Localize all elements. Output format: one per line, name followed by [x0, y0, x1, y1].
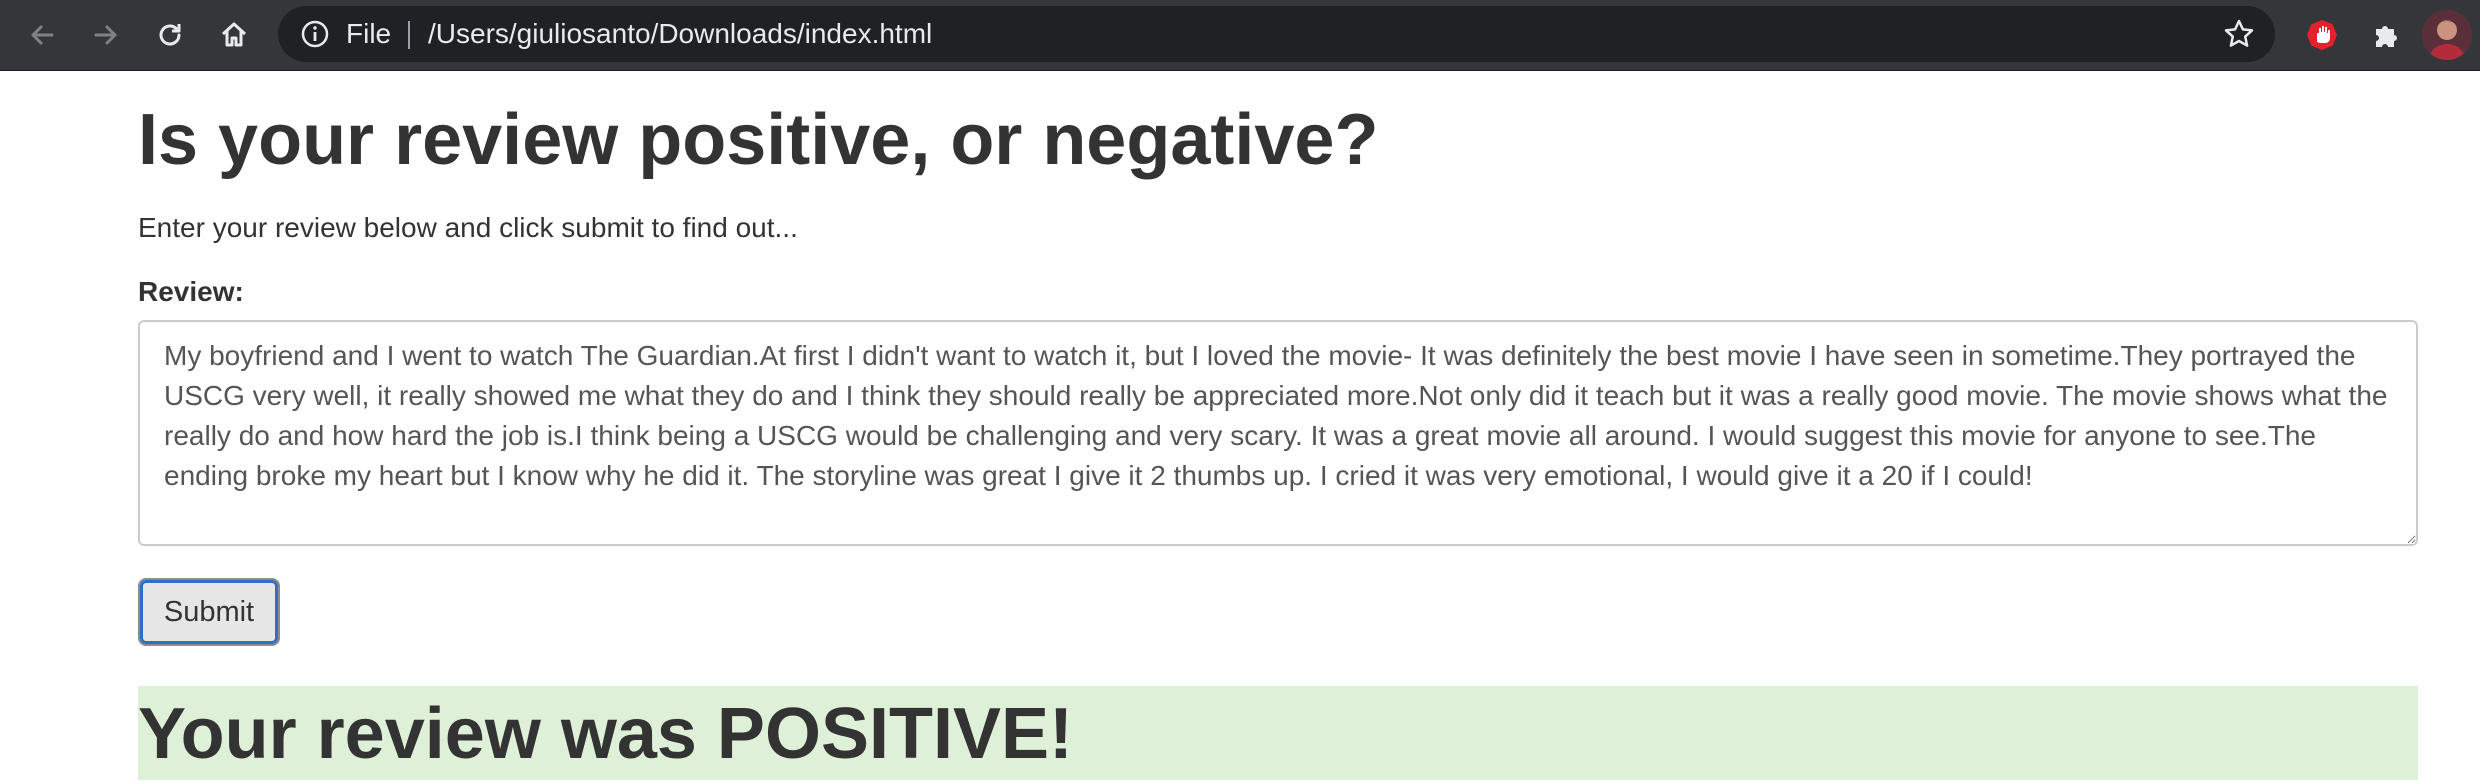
address-bar[interactable]: File /Users/giuliosanto/Downloads/index.… [278, 6, 2275, 62]
review-textarea[interactable]: My boyfriend and I went to watch The Gua… [138, 320, 2418, 546]
forward-button[interactable] [82, 11, 130, 59]
back-button[interactable] [18, 11, 66, 59]
forward-icon [94, 25, 117, 45]
result-text: Your review was POSITIVE! [138, 694, 1073, 774]
address-scheme: File [346, 18, 392, 49]
puzzle-icon [2376, 26, 2397, 47]
profile-avatar-image [2422, 10, 2472, 60]
star-icon[interactable] [2223, 18, 2255, 50]
home-icon [221, 22, 247, 47]
submit-button[interactable]: Submit [138, 578, 280, 646]
page-title: Is your review positive, or negative? [138, 100, 1379, 180]
home-button[interactable] [210, 11, 258, 59]
address-separator [408, 21, 410, 49]
review-label: Review: [138, 276, 244, 307]
back-icon [31, 25, 54, 45]
reload-icon [159, 24, 181, 46]
reload-button[interactable] [146, 11, 194, 59]
extension-stop-button[interactable] [2298, 11, 2346, 59]
info-icon[interactable] [300, 19, 330, 49]
browser-toolbar: File /Users/giuliosanto/Downloads/index.… [0, 0, 2480, 71]
address-url[interactable]: /Users/giuliosanto/Downloads/index.html [428, 6, 932, 62]
extensions-button[interactable] [2362, 11, 2410, 59]
result-banner: Your review was POSITIVE! [138, 686, 2418, 780]
avatar[interactable] [2422, 10, 2472, 60]
instructions-text: Enter your review below and click submit… [138, 212, 798, 243]
stop-hand-icon [2307, 20, 2337, 50]
